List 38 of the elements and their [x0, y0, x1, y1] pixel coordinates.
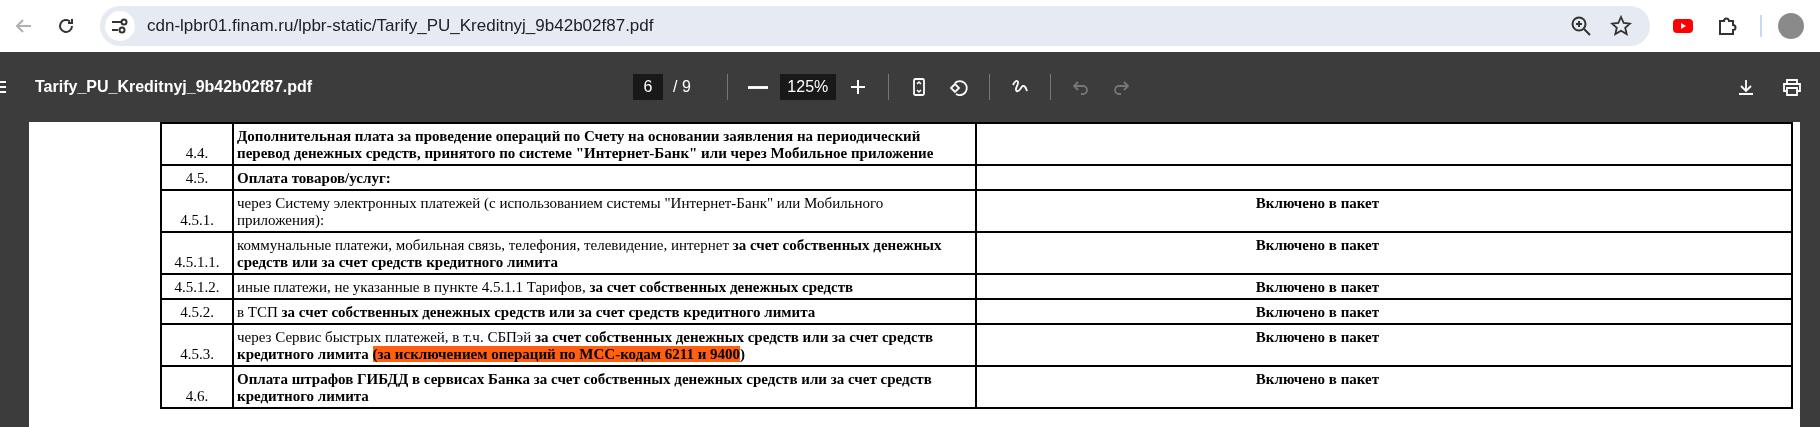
item-number: 4.5.1.1. — [174, 254, 220, 270]
site-settings-icon[interactable] — [105, 11, 135, 41]
item-number: 4.4. — [185, 145, 209, 161]
service-description: коммунальные платежи, мобильная связь, телефония, телевидение, интернет за счет собственных денежных средств или за счет средств кредитного лимита — [237, 237, 943, 271]
rotate-icon — [948, 77, 969, 97]
zoom-icon[interactable] — [1570, 15, 1592, 37]
puzzle-icon[interactable] — [1716, 15, 1738, 37]
item-number: 4.5. — [185, 170, 209, 186]
menu-icon[interactable] — [0, 80, 8, 94]
fee-value: Включено в пакет — [1255, 279, 1380, 295]
address-bar[interactable]: cdn-lpbr01.finam.ru/lpbr-static/Tarify_PU_Kreditnyj_9b42b02f87.pdf — [100, 6, 1650, 46]
service-description: иные платежи, не указанные в пункте 4.5.1.1 Тарифов, за счет собственных денежных средств — [237, 279, 855, 296]
fee-value: Включено в пакет — [1255, 329, 1380, 345]
url-text: cdn-lpbr01.finam.ru/lpbr-static/Tarify_PU_Kreditnyj_9b42b02f87.pdf — [147, 16, 655, 36]
star-icon[interactable] — [1610, 15, 1632, 37]
item-number: 4.6. — [185, 388, 209, 404]
minus-icon — [747, 85, 768, 89]
service-description: Оплата штрафов ГИБДД в сервисах Банка за счет собственных денежных средств или за счет средств кредитного лимита — [237, 371, 933, 405]
service-description: в ТСП за счет собственных денежных средств или за счет средств кредитного лимита — [237, 304, 817, 321]
reload-icon — [56, 16, 76, 36]
service-description: Оплата товаров/услуг: — [237, 170, 392, 187]
page-number-field[interactable]: 6 — [633, 74, 663, 100]
item-number: 4.5.1.2. — [174, 279, 220, 295]
fee-value: Включено в пакет — [1255, 195, 1380, 211]
download-icon — [1736, 77, 1756, 97]
service-description: через Систему электронных платежей (с использованием системы "Интернет-Банк" или Мобильного приложения): — [237, 195, 885, 229]
fee-value: Включено в пакет — [1255, 371, 1380, 387]
document-title: Tarify_PU_Kreditnyj_9b42b02f87.pdf — [35, 78, 314, 96]
item-number: 4.5.1. — [180, 212, 214, 228]
fee-value: Включено в пакет — [1255, 237, 1380, 253]
avatar[interactable] — [1778, 13, 1804, 39]
item-number: 4.5.2. — [180, 304, 214, 320]
page-count: / 9 — [673, 78, 691, 96]
zoom-field[interactable]: 125% — [779, 74, 836, 100]
item-number: 4.5.3. — [180, 346, 214, 362]
printer-icon — [1782, 77, 1802, 97]
service-description: Дополнительная плата за проведение операций по Счету на основании заявления на периодический перевод денежных средств, принятого по системе "Интернет-Банк" или через Мобильное приложение — [237, 128, 935, 162]
fee-value: Включено в пакет — [1255, 304, 1380, 320]
